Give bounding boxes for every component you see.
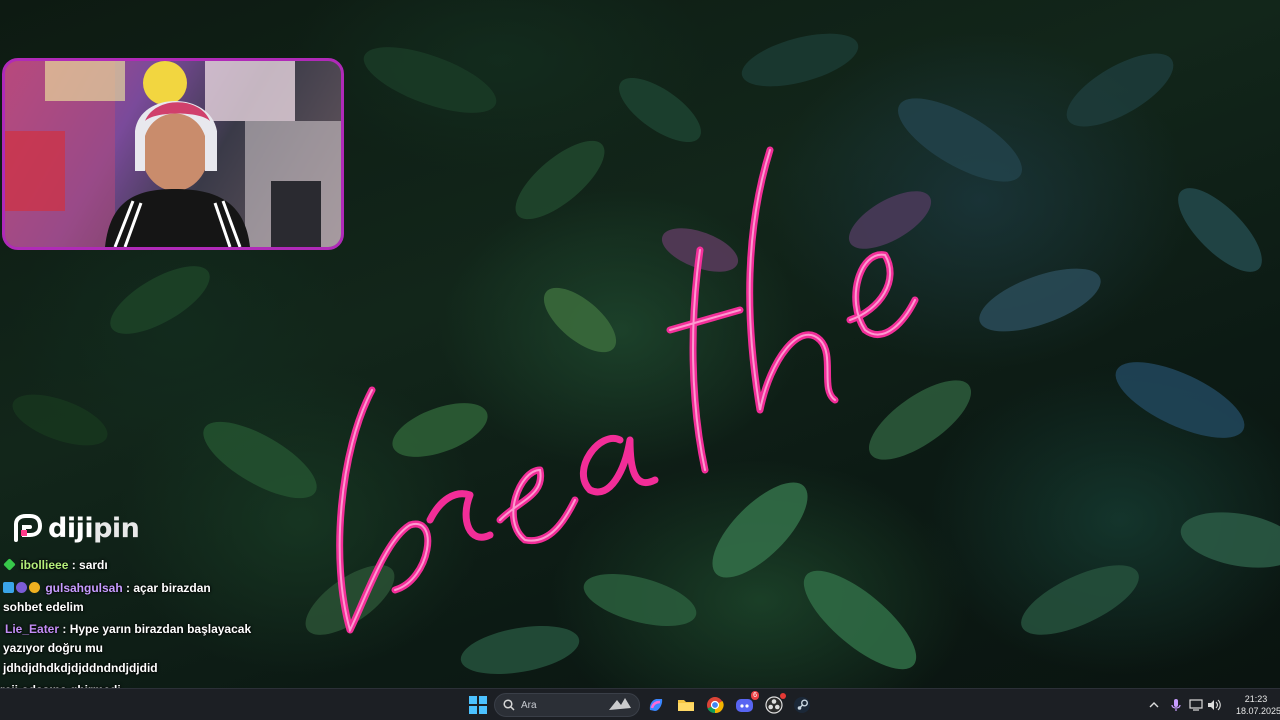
- badge-icon: [29, 582, 40, 593]
- chat-username: ibollieee: [20, 558, 69, 572]
- dijipin-wordmark: dijipin: [48, 512, 140, 544]
- badge-icon: [3, 582, 14, 593]
- chat-message-continuation: yazıyor doğru mu: [3, 641, 104, 655]
- microphone-icon[interactable]: [1168, 697, 1184, 713]
- display-icon[interactable]: [1188, 697, 1204, 713]
- webcam-feed: [5, 61, 341, 247]
- chat-text: : sardı: [68, 558, 108, 572]
- dijipin-logo: dijipin: [12, 512, 140, 544]
- badge-icon: [16, 582, 27, 593]
- taskbar-search[interactable]: Ara: [494, 693, 640, 717]
- brand-text-a: diji: [48, 512, 94, 544]
- clock-date: 18.07.2025: [1236, 706, 1280, 716]
- chat-message: gulsahgulsah : açar birazdan: [3, 581, 211, 595]
- chrome-icon[interactable]: [703, 693, 727, 717]
- taskbar: Ara 6 21:23 18.07.2025: [0, 688, 1280, 720]
- chat-message-continuation: jdhdjdhdkdjdjddndndjdjdid: [3, 661, 158, 675]
- brand-text-b: pin: [93, 512, 140, 544]
- discord-notification-badge: 6: [751, 691, 759, 700]
- search-placeholder: Ara: [521, 699, 537, 711]
- chat-message-continuation: sohbet edelim: [3, 600, 84, 614]
- recording-dot: [780, 693, 786, 699]
- obs-icon[interactable]: [762, 693, 786, 717]
- clock-time: 21:23: [1244, 694, 1268, 704]
- chat-message: ibollieee : sardı: [3, 558, 108, 572]
- chevron-up-icon[interactable]: [1146, 697, 1162, 713]
- search-highlight-icon: [609, 698, 631, 710]
- chat-message: Lie_Eater : Hype yarın birazdan başlayac…: [5, 622, 251, 636]
- search-icon: [503, 699, 515, 711]
- file-explorer-icon[interactable]: [674, 693, 698, 717]
- volume-icon[interactable]: [1206, 697, 1222, 713]
- steam-icon[interactable]: [790, 693, 814, 717]
- dijipin-icon: [14, 514, 43, 542]
- clock[interactable]: 21:23 18.07.2025: [1236, 693, 1280, 717]
- webcam-overlay: [2, 58, 344, 250]
- chat-text: : açar birazdan: [122, 581, 211, 595]
- chat-text: : Hype yarın birazdan başlayacak: [59, 622, 252, 636]
- windows-start-icon[interactable]: [466, 693, 490, 717]
- chat-username: gulsahgulsah: [45, 581, 123, 595]
- copilot-icon[interactable]: [644, 693, 668, 717]
- chat-username: Lie_Eater: [5, 622, 60, 636]
- badge-icon: [3, 558, 16, 571]
- discord-icon[interactable]: 6: [733, 691, 759, 717]
